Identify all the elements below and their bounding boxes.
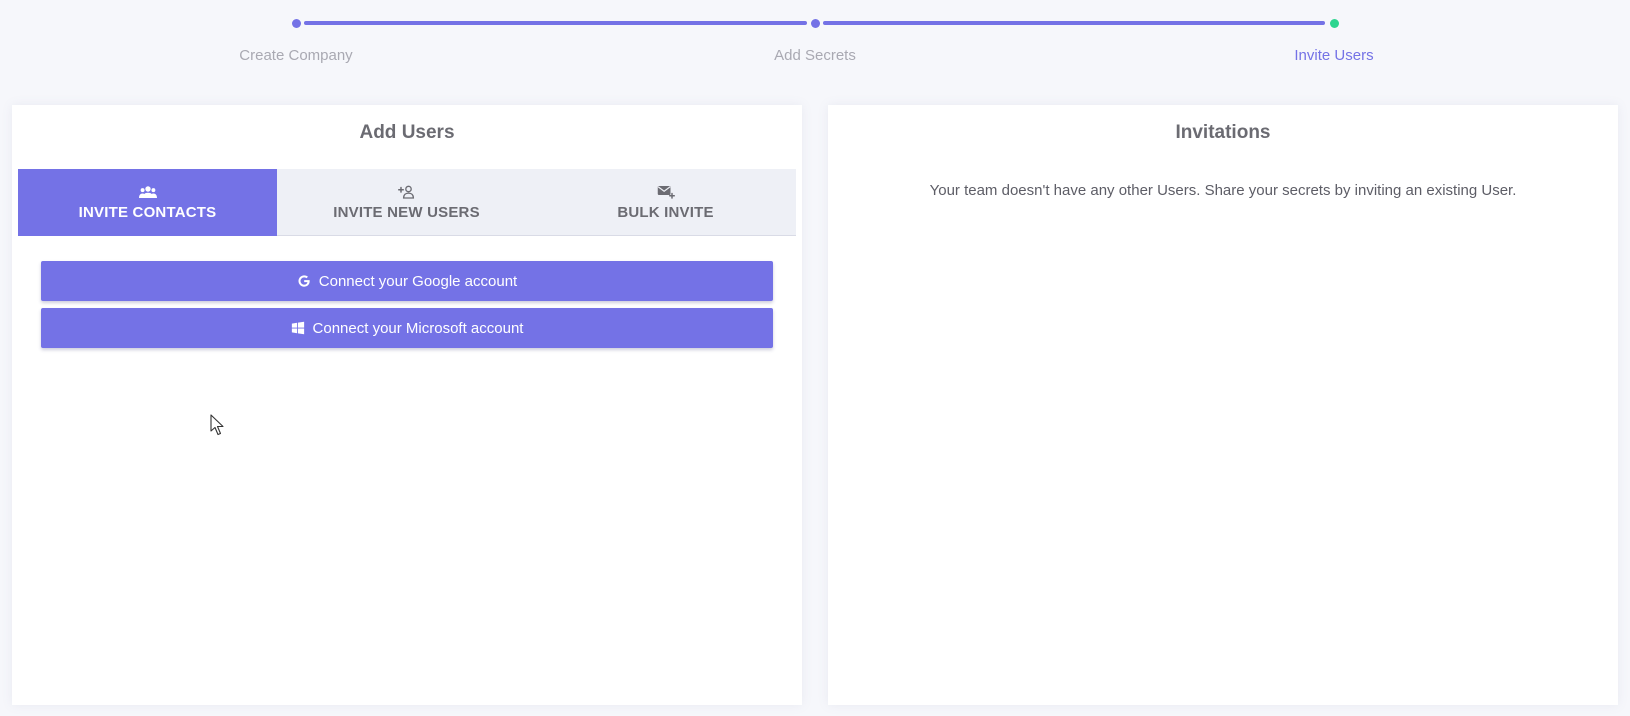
tab-bulk-invite-label: BULK INVITE xyxy=(617,204,714,221)
tab-invite-new-users-label: INVITE NEW USERS xyxy=(333,204,480,221)
invitations-panel: Invitations Your team doesn't have any o… xyxy=(828,105,1618,705)
step-label-create-company[interactable]: Create Company xyxy=(176,47,416,64)
tab-invite-new-users[interactable]: INVITE NEW USERS xyxy=(277,169,536,236)
add-users-panel: Add Users INVITE CONTACTS INVITE NEW USE… xyxy=(12,105,802,705)
connect-google-label: Connect your Google account xyxy=(318,272,518,290)
connect-microsoft-label: Connect your Microsoft account xyxy=(312,319,524,337)
stepper-dot-create-company xyxy=(292,19,301,28)
tab-invite-contacts[interactable]: INVITE CONTACTS xyxy=(18,169,277,236)
progress-stepper: Create Company Add Secrets Invite Users xyxy=(0,0,1630,90)
connect-microsoft-button[interactable]: Connect your Microsoft account xyxy=(41,308,773,348)
step-label-add-secrets[interactable]: Add Secrets xyxy=(695,47,935,64)
invitations-title: Invitations xyxy=(1175,122,1271,143)
connect-google-button[interactable]: Connect your Google account xyxy=(41,261,773,301)
tab-bulk-invite[interactable]: BULK INVITE xyxy=(536,169,795,236)
windows-icon xyxy=(291,321,304,335)
step-label-invite-users[interactable]: Invite Users xyxy=(1214,47,1454,64)
stepper-line-2 xyxy=(823,21,1325,25)
mail-plus-icon xyxy=(657,186,675,199)
stepper-dot-add-secrets xyxy=(811,19,820,28)
google-icon xyxy=(298,275,310,287)
add-users-title: Add Users xyxy=(359,122,455,143)
invite-tabs: INVITE CONTACTS INVITE NEW USERS BULK IN… xyxy=(18,169,796,236)
user-plus-icon xyxy=(397,185,414,199)
users-icon xyxy=(138,186,157,198)
tab-invite-contacts-label: INVITE CONTACTS xyxy=(78,204,217,221)
invitations-empty-message: Your team doesn't have any other Users. … xyxy=(929,182,1517,199)
stepper-line-1 xyxy=(304,21,807,25)
mouse-cursor-icon xyxy=(210,414,224,436)
stepper-dot-invite-users xyxy=(1330,19,1339,28)
